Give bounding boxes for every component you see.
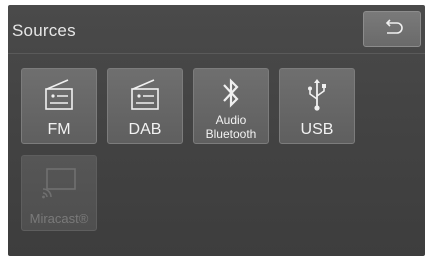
radio-icon <box>45 79 73 110</box>
bluetooth-icon <box>223 78 239 108</box>
source-bluetooth-button[interactable]: Audio Bluetooth <box>193 68 269 144</box>
source-label: DAB <box>128 121 162 138</box>
source-usb-button[interactable]: USB <box>279 68 355 144</box>
sources-screen: Sources FM DAB Audio Bluetooth USB Mirac… <box>8 5 425 256</box>
source-label: Miracast® <box>29 211 89 226</box>
source-label-line1: Audio <box>215 113 247 127</box>
miracast-icon <box>42 168 76 199</box>
page-title: Sources <box>12 21 76 40</box>
usb-icon <box>308 79 326 111</box>
source-label: USB <box>300 121 334 138</box>
back-arrow-icon <box>385 19 403 34</box>
header-divider <box>8 53 425 54</box>
radio-icon <box>131 79 159 110</box>
back-button[interactable] <box>363 11 421 47</box>
source-label: Audio Bluetooth <box>194 113 268 141</box>
source-miracast-button[interactable]: Miracast® <box>21 155 97 231</box>
source-label-line2: Bluetooth <box>205 127 257 141</box>
source-fm-button[interactable]: FM <box>21 68 97 144</box>
source-label: FM <box>47 121 71 138</box>
source-dab-button[interactable]: DAB <box>107 68 183 144</box>
